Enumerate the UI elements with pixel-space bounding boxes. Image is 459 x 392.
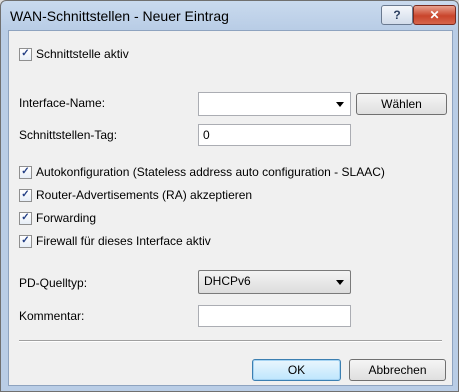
interface-name-combobox[interactable] [198, 92, 351, 116]
chevron-down-icon[interactable] [336, 102, 344, 107]
tag-input[interactable]: 0 [198, 124, 351, 146]
chevron-down-icon[interactable] [336, 280, 344, 285]
check-icon: ✓ [21, 48, 30, 59]
checkbox-interface-active[interactable]: ✓ Schnittstelle aktiv [19, 47, 129, 61]
checkbox-label: Firewall für dieses Interface aktiv [36, 234, 211, 248]
cancel-button-label: Abbrechen [368, 363, 427, 377]
checkbox-label: Autokonfiguration (Stateless address aut… [36, 165, 385, 179]
checkbox-box[interactable]: ✓ [19, 211, 32, 225]
comment-label: Kommentar: [19, 309, 85, 323]
close-icon: ✕ [429, 8, 440, 22]
checkbox-label: Forwarding [36, 211, 97, 225]
divider [19, 340, 442, 342]
check-icon: ✓ [21, 235, 30, 246]
tag-value: 0 [203, 128, 210, 142]
pd-source-select[interactable]: DHCPv6 [198, 270, 351, 294]
interface-name-label: Interface-Name: [19, 96, 106, 110]
close-button[interactable]: ✕ [413, 5, 456, 25]
check-icon: ✓ [21, 166, 30, 177]
checkbox-box[interactable]: ✓ [19, 47, 32, 61]
checkbox-firewall[interactable]: ✓ Firewall für dieses Interface aktiv [19, 234, 211, 248]
checkbox-box[interactable]: ✓ [19, 234, 32, 248]
help-icon: ? [393, 8, 401, 22]
checkbox-label: Schnittstelle aktiv [36, 47, 129, 61]
ok-button-label: OK [287, 363, 306, 377]
choose-button[interactable]: Wählen [356, 93, 447, 115]
pd-source-label: PD-Quelltyp: [19, 276, 88, 290]
check-icon: ✓ [21, 212, 30, 223]
dialog-content: ✓ Schnittstelle aktiv Interface-Name: Wä… [8, 30, 453, 386]
pd-source-value: DHCPv6 [204, 274, 251, 288]
choose-button-label: Wählen [381, 97, 422, 111]
ok-button[interactable]: OK [252, 359, 341, 381]
checkbox-box[interactable]: ✓ [19, 188, 32, 202]
check-icon: ✓ [21, 189, 30, 200]
checkbox-forwarding[interactable]: ✓ Forwarding [19, 211, 96, 225]
checkbox-accept-ra[interactable]: ✓ Router-Advertisements (RA) akzeptieren [19, 188, 252, 202]
comment-input[interactable] [198, 305, 351, 327]
checkbox-label: Router-Advertisements (RA) akzeptieren [36, 188, 253, 202]
cancel-button[interactable]: Abbrechen [349, 359, 446, 381]
checkbox-slaac[interactable]: ✓ Autokonfiguration (Stateless address a… [19, 165, 385, 179]
title-bar[interactable]: WAN-Schnittstellen - Neuer Eintrag ? ✕ [1, 1, 458, 29]
dialog-window: WAN-Schnittstellen - Neuer Eintrag ? ✕ ✓… [0, 0, 459, 392]
window-title: WAN-Schnittstellen - Neuer Eintrag [10, 8, 229, 24]
help-button[interactable]: ? [381, 5, 413, 25]
checkbox-box[interactable]: ✓ [19, 165, 32, 179]
tag-label: Schnittstellen-Tag: [19, 128, 118, 142]
